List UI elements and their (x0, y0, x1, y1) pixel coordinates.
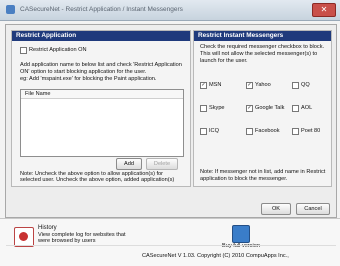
im-instruction-line-1: Check the required messenger checkbox to… (200, 44, 325, 50)
messenger-label: Facebook (255, 127, 280, 134)
restriction-dialog: Restrict Application Restrict Applicatio… (5, 24, 337, 218)
messenger-checkbox[interactable] (292, 82, 299, 89)
close-button[interactable]: ✕ (312, 3, 336, 17)
restrict-application-checkbox[interactable] (20, 47, 27, 54)
ok-button[interactable]: OK (261, 203, 291, 215)
app-icon (6, 5, 15, 14)
im-note-line-1: Note: If messenger not in list, add name… (200, 169, 326, 175)
window-title: CASecureNet - Restrict Application / Ins… (20, 6, 183, 13)
application-list[interactable]: File Name (20, 89, 184, 157)
history-desc-line-2: were browsed by users (38, 238, 96, 244)
im-instruction-line-2: This will not allow the selected messeng… (200, 51, 318, 57)
restrict-application-label: Restrict Application ON (29, 46, 87, 53)
buy-full-version-icon[interactable] (232, 225, 250, 243)
messenger-label: ICQ (209, 127, 219, 134)
history-icon[interactable] (14, 227, 34, 247)
im-instruction-line-3: launch for the user. (200, 58, 248, 64)
app-instruction-line-1: Add application name to below list and c… (20, 62, 182, 68)
delete-button[interactable]: Delete (146, 158, 178, 170)
messenger-checkbox[interactable] (200, 105, 207, 112)
app-note-line-2: selected user. Uncheck the above option,… (20, 177, 175, 183)
messenger-checkbox[interactable]: ✓ (246, 82, 253, 89)
title-bar: CASecureNet - Restrict Application / Ins… (0, 0, 340, 21)
buy-full-version-link[interactable]: Buy full version (222, 243, 260, 249)
copyright-status: CASecureNet V 1.03. Copyright (C) 2010 C… (142, 253, 289, 259)
messenger-label: MSN (209, 81, 222, 88)
messenger-label: Poet 80 (301, 127, 321, 134)
file-name-column-header[interactable]: File Name (21, 90, 183, 99)
app-instruction-line-3: eg: Add 'mspaint.exe' for blocking the P… (20, 76, 157, 82)
messenger-checkbox[interactable] (200, 128, 207, 135)
restrict-im-header: Restrict Instant Messengers (194, 31, 331, 41)
messenger-label: QQ (301, 81, 310, 88)
footer-bar: History View complete log for websites t… (0, 218, 340, 266)
cancel-button[interactable]: Cancel (296, 203, 330, 215)
restrict-application-panel: Restrict Application Restrict Applicatio… (11, 30, 191, 187)
messenger-checkbox[interactable]: ✓ (200, 82, 207, 89)
messenger-checkbox[interactable]: ✓ (246, 105, 253, 112)
app-instruction-line-2: ON' option to start blocking application… (20, 69, 147, 75)
messenger-checkbox[interactable] (292, 128, 299, 135)
footer-divider (6, 245, 336, 246)
messenger-label: Yahoo (255, 81, 271, 88)
messenger-label: AOL (301, 104, 313, 111)
restrict-application-header: Restrict Application (12, 31, 190, 41)
messenger-checkbox[interactable] (246, 128, 253, 135)
messenger-label: Skype (209, 104, 225, 111)
restrict-im-panel: Restrict Instant Messengers Check the re… (193, 30, 332, 187)
add-button[interactable]: Add (116, 158, 142, 170)
messenger-checkbox[interactable] (292, 105, 299, 112)
messenger-label: Google Talk (255, 104, 285, 111)
im-note-line-2: application to block the messenger. (200, 175, 288, 182)
history-title[interactable]: History (38, 225, 57, 231)
